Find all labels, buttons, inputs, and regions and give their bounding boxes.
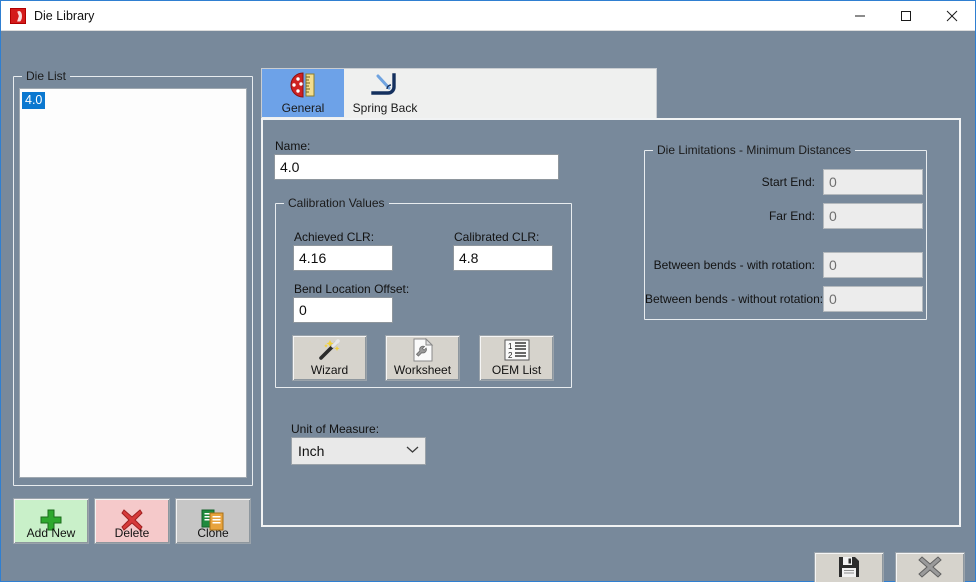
calibration-values-group-title: Calibration Values	[284, 196, 389, 210]
achieved-clr-label: Achieved CLR:	[294, 230, 375, 244]
numbered-list-icon: 1 2	[504, 336, 530, 363]
document-wrench-icon	[412, 336, 434, 363]
oem-list-label: OEM List	[491, 363, 542, 377]
magic-wand-icon	[317, 336, 343, 363]
die-limitations-group-title: Die Limitations - Minimum Distances	[653, 143, 856, 157]
worksheet-label: Worksheet	[393, 363, 452, 377]
tab-general-label: General	[281, 101, 325, 115]
calibration-values-group: Calibration Values Achieved CLR: 4.16 Ca…	[275, 196, 572, 388]
save-button[interactable]: Save	[814, 552, 884, 582]
window-controls	[837, 1, 975, 31]
svg-text:1: 1	[508, 342, 513, 351]
unit-of-measure-value: Inch	[298, 443, 325, 459]
unit-of-measure-label: Unit of Measure:	[291, 422, 380, 436]
window-title: Die Library	[34, 8, 95, 23]
client-area: Die List 4.0 Add New Delete Clone Genera…	[1, 31, 975, 582]
close-button[interactable]	[929, 1, 975, 31]
delete-label: Delete	[114, 526, 150, 540]
tab-general[interactable]: General	[262, 69, 344, 117]
limit-row: Between bends - with rotation: 0	[645, 252, 926, 278]
svg-text:2: 2	[508, 351, 513, 360]
close-dialog-button[interactable]: Close	[895, 552, 965, 582]
oem-list-button[interactable]: 1 2 OEM List	[479, 335, 554, 381]
clone-label: Clone	[197, 526, 229, 540]
maximize-button[interactable]	[883, 1, 929, 31]
between-bends-with-rotation-label: Between bends - with rotation:	[653, 258, 815, 272]
add-new-button[interactable]: Add New	[13, 498, 89, 544]
wizard-label: Wizard	[310, 363, 349, 377]
delete-button[interactable]: Delete	[94, 498, 170, 544]
list-item[interactable]: 4.0	[22, 91, 244, 109]
worksheet-button[interactable]: Worksheet	[385, 335, 460, 381]
floppy-disk-icon	[838, 553, 860, 581]
title-bar: Die Library	[1, 1, 975, 31]
die-icon	[10, 7, 26, 24]
die-list-box[interactable]: 4.0	[19, 88, 247, 478]
start-end-label: Start End:	[761, 175, 815, 189]
bend-location-offset-input[interactable]: 0	[293, 297, 393, 323]
start-end-input[interactable]: 0	[823, 169, 923, 195]
between-bends-without-rotation-input[interactable]: 0	[823, 286, 923, 312]
wizard-button[interactable]: Wizard	[292, 335, 367, 381]
tab-spring-back-label: Spring Back	[352, 101, 418, 115]
limit-row: Between bends - without rotation: 0	[645, 286, 926, 312]
limit-row: Far End: 0	[645, 203, 926, 229]
calibrated-clr-label: Calibrated CLR:	[454, 230, 540, 244]
bend-angle-icon	[370, 69, 400, 101]
unit-of-measure-select[interactable]: Inch	[291, 437, 426, 465]
name-label: Name:	[275, 139, 311, 153]
calibrated-clr-input[interactable]: 4.8	[453, 245, 553, 271]
add-new-label: Add New	[26, 526, 76, 540]
far-end-label: Far End:	[768, 209, 815, 223]
tab-strip: General Spring Back	[261, 68, 657, 118]
achieved-clr-input[interactable]: 4.16	[293, 245, 393, 271]
between-bends-with-rotation-input[interactable]: 0	[823, 252, 923, 278]
bend-location-offset-label: Bend Location Offset:	[294, 282, 410, 296]
clone-button[interactable]: Clone	[175, 498, 251, 544]
tab-spring-back[interactable]: Spring Back	[344, 69, 426, 117]
die-list-group-title: Die List	[22, 69, 71, 83]
minimize-button[interactable]	[837, 1, 883, 31]
die-ruler-icon	[287, 69, 319, 101]
die-limitations-group: Die Limitations - Minimum Distances Star…	[644, 143, 927, 320]
chevron-down-icon	[406, 445, 419, 457]
far-end-input[interactable]: 0	[823, 203, 923, 229]
list-item-label: 4.0	[22, 92, 46, 109]
limit-row: Start End: 0	[645, 169, 926, 195]
die-list-group: Die List 4.0	[13, 69, 253, 486]
name-input[interactable]: 4.0	[274, 154, 559, 180]
x-gray-icon	[918, 553, 942, 581]
between-bends-without-rotation-label: Between bends - without rotation:	[645, 292, 824, 306]
